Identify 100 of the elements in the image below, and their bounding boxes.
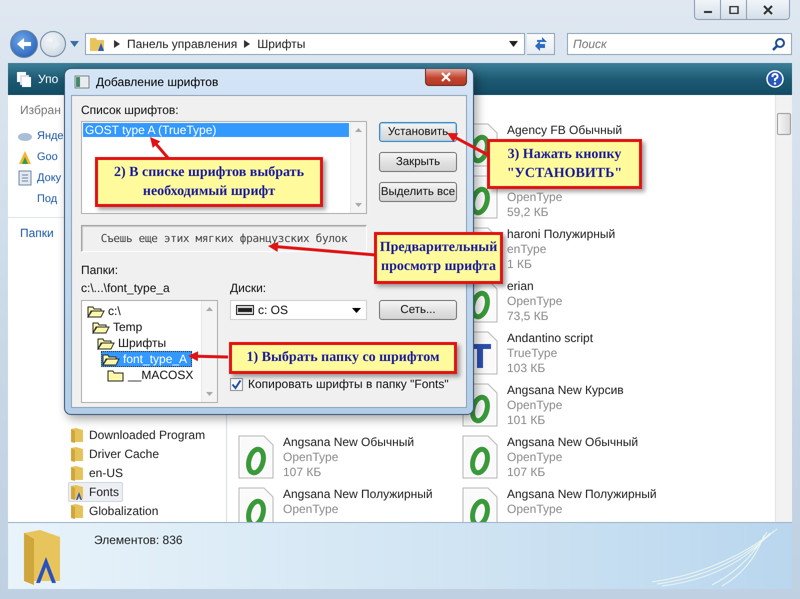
field-label: Папки: (81, 264, 118, 277)
folder-icon (70, 502, 84, 518)
search-field[interactable]: Поиск (567, 33, 792, 55)
folder-item[interactable]: Шрифты (96, 335, 172, 351)
opentype-file-icon[interactable] (461, 435, 499, 479)
folder-list[interactable]: c:\ Temp Шрифты font_type_A __MACOSX (81, 300, 218, 403)
caret-icon[interactable] (509, 41, 518, 47)
checkbox-label[interactable]: Копировать шрифты в папку "Fonts" (248, 377, 449, 391)
font-preview: Съешь еще этих мягких французских булок (81, 225, 367, 252)
font-type: OpenType (283, 502, 340, 517)
callout-note: 1) Выбрать папку со шрифтом (229, 342, 457, 374)
folder-icon (70, 446, 84, 462)
address-bar[interactable]: Панель управления Шрифты (85, 33, 525, 55)
folder-tree-item[interactable]: Downloaded Program (68, 424, 210, 444)
font-name: haroni Полужирный (507, 227, 616, 242)
opentype-file-icon[interactable] (237, 435, 275, 479)
favorite-link[interactable]: Под (37, 192, 58, 204)
folder-item[interactable]: c:\ (86, 303, 126, 319)
opentype-file-icon[interactable] (237, 487, 275, 522)
callout-note: Предварительный просмотр шрифта (374, 232, 503, 284)
field-label: Список шрифтов: (81, 104, 179, 117)
file-size: 101 КБ (507, 413, 546, 428)
refresh-icon (532, 37, 548, 51)
font-name: Angsana New Курсив (507, 383, 624, 398)
folder-tree-item[interactable]: Driver Cache (68, 444, 164, 464)
font-type: TrueType (507, 346, 558, 361)
font-type: OpenType (507, 502, 564, 517)
close-icon (762, 4, 774, 14)
font-type: OpenType (507, 450, 564, 465)
font-name: erian (507, 279, 535, 294)
font-name: Andantino script (507, 331, 594, 346)
dialog-button[interactable]: Выделить все (379, 182, 457, 202)
file-size: 107 КБ (507, 465, 546, 480)
font-type: OpenType (507, 294, 562, 309)
chevron-icon[interactable] (244, 40, 250, 48)
font-name: Angsana New Обычный (507, 435, 638, 450)
checkbox[interactable] (230, 378, 243, 390)
help-icon[interactable] (766, 70, 784, 88)
font-type: OpenType (283, 450, 340, 465)
breadcrumb[interactable]: Шрифты (257, 37, 306, 51)
folder-icon (70, 426, 84, 442)
folder-icon (70, 464, 84, 480)
open-folder-icon (87, 304, 105, 318)
close-button[interactable] (747, 0, 789, 19)
dialog-button[interactable]: Закрыть (379, 152, 457, 172)
breadcrumb[interactable]: Панель управления (127, 37, 238, 51)
file-size: 73,5 КБ (507, 309, 550, 324)
checkmark-icon (231, 378, 242, 390)
drive-dropdown[interactable]: c: OS (230, 300, 367, 320)
favorite-link[interactable]: Доку (37, 172, 62, 184)
folder-item[interactable]: __MACOSX (106, 367, 198, 383)
folder-tree-item[interactable]: en-US (68, 462, 128, 482)
file-size: 107 КБ (283, 465, 322, 480)
network-button[interactable]: Сеть... (379, 300, 457, 320)
minimize-button[interactable] (695, 0, 721, 19)
font-name: Angsana New Обычный (283, 435, 414, 450)
font-type: OpenType (507, 398, 564, 413)
open-folder-icon (97, 336, 115, 350)
file-size: 59,2 КБ (507, 205, 550, 220)
back-button[interactable] (10, 30, 38, 58)
folder-path: c:\...\font_type_a (81, 282, 171, 295)
callout-note: 2) В списке шрифтов выбрать необходимый шрифт (95, 157, 323, 207)
chevron-icon[interactable] (114, 40, 120, 48)
pointer-arrow (150, 137, 170, 159)
favorite-link[interactable]: Янде (37, 130, 64, 142)
organize-button[interactable]: Упо (16, 71, 58, 87)
file-size: 103 КБ (507, 361, 546, 376)
caret-icon (352, 308, 361, 312)
section-heading: Избран (20, 103, 61, 119)
fonts-folder-icon (89, 35, 107, 53)
dialog-button[interactable]: Установить (379, 122, 457, 142)
close-button[interactable] (425, 69, 467, 86)
opentype-file-icon[interactable] (461, 487, 499, 522)
close-icon (440, 72, 452, 82)
field-label: Диски: (230, 282, 268, 295)
folder-tree-item[interactable]: Fonts (68, 482, 124, 502)
font-type: OpenType (507, 190, 562, 205)
font-type: enType (507, 242, 548, 257)
drive-icon (236, 305, 254, 315)
favorite-link[interactable]: Goo (37, 150, 58, 162)
search-icon[interactable] (772, 37, 786, 51)
scrollbar[interactable] (775, 95, 792, 522)
item-count: Элементов: 836 (94, 533, 183, 547)
folder-item[interactable]: Temp (91, 319, 148, 335)
maximize-icon (728, 6, 738, 14)
font-name: Angsana New Полужирный (507, 487, 657, 502)
document-icon (17, 170, 33, 186)
forward-button[interactable] (40, 31, 66, 57)
pointer-arrow (188, 351, 228, 362)
folder-tree-item[interactable]: Globalization (68, 500, 162, 520)
callout-note: 3) Нажать кнопку "УСТАНОВИТЬ" (487, 139, 642, 189)
window-icon (74, 75, 90, 89)
fonts-folder-icon (70, 484, 84, 500)
open-folder-icon (102, 352, 120, 366)
maximize-button[interactable] (721, 0, 747, 19)
refresh-button[interactable] (527, 33, 555, 55)
pages-icon (16, 71, 32, 87)
open-folder-icon (92, 320, 110, 334)
arrow-left-icon (16, 37, 32, 51)
drive-icon (17, 148, 33, 164)
